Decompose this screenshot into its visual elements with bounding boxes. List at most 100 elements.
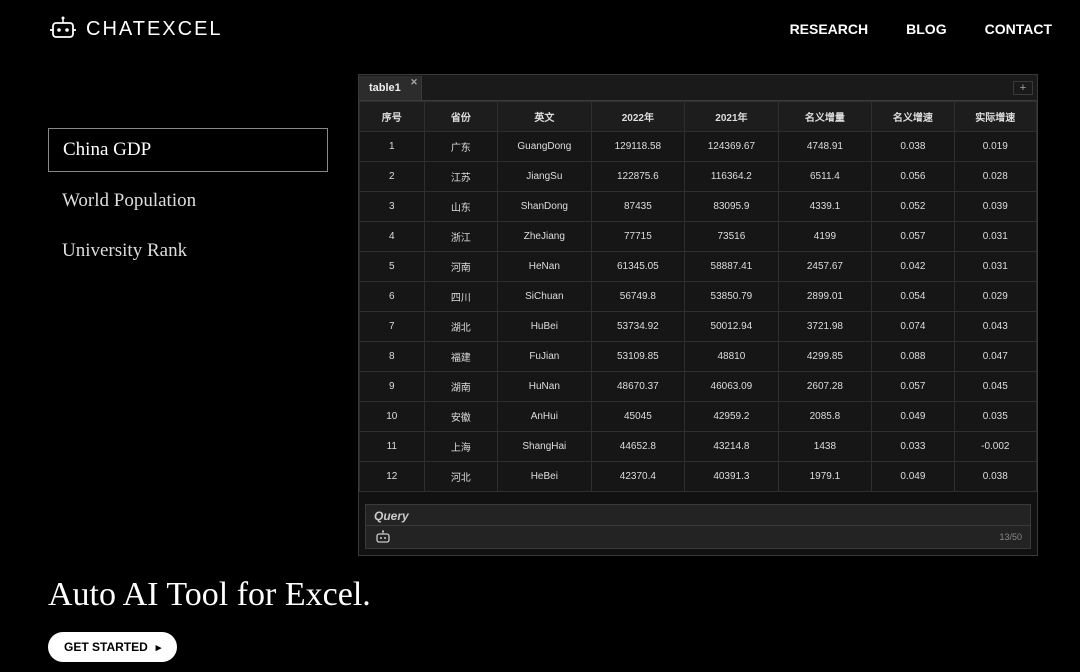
table-cell[interactable]: 江苏 [424,162,497,192]
table-cell[interactable]: 9 [360,372,425,402]
table-cell[interactable]: 122875.6 [591,162,685,192]
table-cell[interactable]: 10 [360,402,425,432]
table-cell[interactable]: 6 [360,282,425,312]
table-row[interactable]: 5河南HeNan61345.0558887.412457.670.0420.03… [360,252,1037,282]
table-row[interactable]: 11上海ShangHai44652.843214.814380.033-0.00… [360,432,1037,462]
table-cell[interactable]: 0.047 [954,342,1036,372]
table-cell[interactable]: 4339.1 [778,192,872,222]
table-cell[interactable]: GuangDong [498,132,592,162]
table-cell[interactable]: 0.038 [954,462,1036,492]
table-cell[interactable]: 4299.85 [778,342,872,372]
table-cell[interactable]: 1438 [778,432,872,462]
column-header[interactable]: 省份 [424,102,497,132]
table-cell[interactable]: 2 [360,162,425,192]
table-row[interactable]: 1广东GuangDong129118.58124369.674748.910.0… [360,132,1037,162]
table-cell[interactable]: -0.002 [954,432,1036,462]
table-cell[interactable]: 0.019 [954,132,1036,162]
table-cell[interactable]: 0.049 [872,402,954,432]
table-cell[interactable]: 0.033 [872,432,954,462]
table-cell[interactable]: 129118.58 [591,132,685,162]
table-cell[interactable]: 广东 [424,132,497,162]
tab-table1[interactable]: table1 ✕ [359,76,422,100]
table-cell[interactable]: 0.057 [872,222,954,252]
table-cell[interactable]: 7 [360,312,425,342]
table-row[interactable]: 10安徽AnHui4504542959.22085.80.0490.035 [360,402,1037,432]
table-cell[interactable]: ShanDong [498,192,592,222]
table-cell[interactable]: 11 [360,432,425,462]
table-cell[interactable]: 河南 [424,252,497,282]
table-row[interactable]: 4浙江ZheJiang777157351641990.0570.031 [360,222,1037,252]
table-cell[interactable]: 0.056 [872,162,954,192]
table-cell[interactable]: 0.088 [872,342,954,372]
table-cell[interactable]: 43214.8 [685,432,779,462]
column-header[interactable]: 序号 [360,102,425,132]
table-cell[interactable]: 48670.37 [591,372,685,402]
table-cell[interactable]: 河北 [424,462,497,492]
column-header[interactable]: 名义增量 [778,102,872,132]
table-cell[interactable]: 2085.8 [778,402,872,432]
table-cell[interactable]: 73516 [685,222,779,252]
table-cell[interactable]: 0.049 [872,462,954,492]
table-cell[interactable]: 45045 [591,402,685,432]
table-cell[interactable]: 6511.4 [778,162,872,192]
table-cell[interactable]: 0.057 [872,372,954,402]
column-header[interactable]: 2021年 [685,102,779,132]
table-cell[interactable]: 50012.94 [685,312,779,342]
table-cell[interactable]: 42370.4 [591,462,685,492]
table-cell[interactable]: 44652.8 [591,432,685,462]
query-input-row[interactable]: 13/50 [366,526,1030,548]
table-cell[interactable]: 56749.8 [591,282,685,312]
table-cell[interactable]: 山东 [424,192,497,222]
table-cell[interactable]: 0.038 [872,132,954,162]
table-cell[interactable]: 2457.67 [778,252,872,282]
table-cell[interactable]: 12 [360,462,425,492]
table-cell[interactable]: FuJian [498,342,592,372]
nav-contact[interactable]: CONTACT [985,21,1052,37]
table-cell[interactable]: 116364.2 [685,162,779,192]
table-cell[interactable]: HeBei [498,462,592,492]
table-cell[interactable]: 2899.01 [778,282,872,312]
table-cell[interactable]: 0.039 [954,192,1036,222]
table-cell[interactable]: 53734.92 [591,312,685,342]
table-cell[interactable]: 3 [360,192,425,222]
table-cell[interactable]: 83095.9 [685,192,779,222]
table-row[interactable]: 7湖北HuBei53734.9250012.943721.980.0740.04… [360,312,1037,342]
column-header[interactable]: 2022年 [591,102,685,132]
table-cell[interactable]: 3721.98 [778,312,872,342]
sidebar-item-world-population[interactable]: World Population [48,180,328,222]
table-cell[interactable]: 0.074 [872,312,954,342]
table-cell[interactable]: 4748.91 [778,132,872,162]
column-header[interactable]: 名义增速 [872,102,954,132]
table-cell[interactable]: 5 [360,252,425,282]
table-cell[interactable]: 0.028 [954,162,1036,192]
table-cell[interactable]: 1979.1 [778,462,872,492]
table-row[interactable]: 12河北HeBei42370.440391.31979.10.0490.038 [360,462,1037,492]
table-cell[interactable]: 0.031 [954,252,1036,282]
table-row[interactable]: 3山东ShanDong8743583095.94339.10.0520.039 [360,192,1037,222]
table-cell[interactable]: HeNan [498,252,592,282]
table-cell[interactable]: 湖南 [424,372,497,402]
table-cell[interactable]: AnHui [498,402,592,432]
close-icon[interactable]: ✕ [410,77,418,88]
table-cell[interactable]: 8 [360,342,425,372]
table-cell[interactable]: SiChuan [498,282,592,312]
table-cell[interactable]: 上海 [424,432,497,462]
table-cell[interactable]: HuBei [498,312,592,342]
table-cell[interactable]: 湖北 [424,312,497,342]
table-cell[interactable]: 4199 [778,222,872,252]
table-cell[interactable]: 46063.09 [685,372,779,402]
sidebar-item-university-rank[interactable]: University Rank [48,230,328,272]
table-cell[interactable]: 福建 [424,342,497,372]
table-cell[interactable]: 安徽 [424,402,497,432]
sidebar-item-china-gdp[interactable]: China GDP [48,128,328,172]
nav-research[interactable]: RESEARCH [790,21,869,37]
table-cell[interactable]: JiangSu [498,162,592,192]
table-cell[interactable]: HuNan [498,372,592,402]
table-cell[interactable]: 48810 [685,342,779,372]
table-cell[interactable]: 0.029 [954,282,1036,312]
table-cell[interactable]: 0.031 [954,222,1036,252]
column-header[interactable]: 实际增速 [954,102,1036,132]
table-cell[interactable]: 61345.05 [591,252,685,282]
table-cell[interactable]: 2607.28 [778,372,872,402]
table-cell[interactable]: 四川 [424,282,497,312]
